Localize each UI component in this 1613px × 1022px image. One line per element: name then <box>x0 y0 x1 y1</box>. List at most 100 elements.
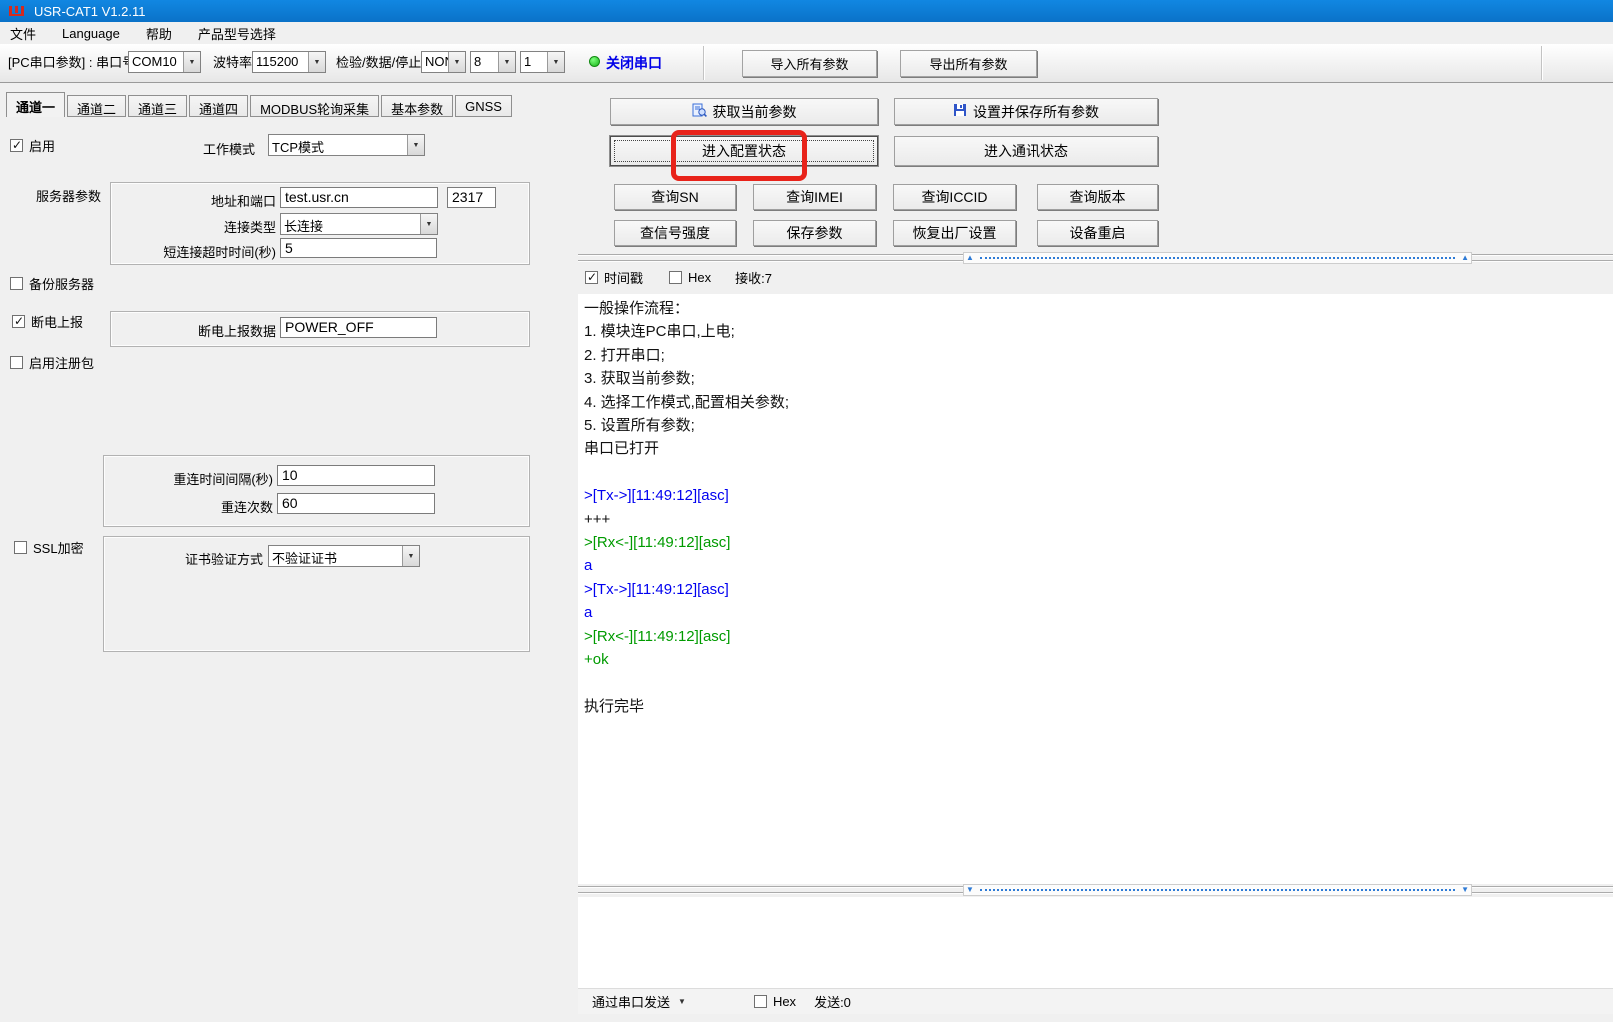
serial-toolbar: [PC串口参数] : 串口号 COM10 ▼ 波特率 115200 ▼ 检验/数… <box>0 44 1613 83</box>
get-params-button[interactable]: 获取当前参数 <box>610 98 878 125</box>
check-data-stop-label: 检验/数据/停止 <box>336 52 421 71</box>
tab[interactable]: 通道四 <box>189 95 248 117</box>
toolbar-separator <box>1541 46 1542 80</box>
set-save-params-button[interactable]: 设置并保存所有参数 <box>894 98 1158 125</box>
backup-server-label: 备份服务器 <box>29 274 94 293</box>
menu-item[interactable]: 产品型号选择 <box>198 24 276 43</box>
hex-send-row[interactable]: Hex <box>754 994 796 1009</box>
send-splitter[interactable]: ▼ ▼ <box>578 884 1613 897</box>
parity-select[interactable]: NONI ▼ <box>421 51 466 73</box>
device-reboot-button[interactable]: 设备重启 <box>1037 220 1158 246</box>
save-params-button[interactable]: 保存参数 <box>753 220 876 246</box>
export-params-button[interactable]: 导出所有参数 <box>900 50 1037 77</box>
pc-serial-label: [PC串口参数] : 串口号 <box>8 52 135 71</box>
close-port-button[interactable]: 关闭串口 <box>606 53 662 73</box>
log-line: >[Rx<-][11:49:12][asc] <box>584 531 1607 554</box>
log-output[interactable]: 一般操作流程：1. 模块连PC串口,上电;2. 打开串口;3. 获取当前参数;4… <box>578 294 1613 884</box>
hex-recv-checkbox[interactable] <box>669 271 682 284</box>
log-line: 执行完毕 <box>584 695 1607 718</box>
reconnect-count-input[interactable]: 60 <box>277 493 435 514</box>
chevron-down-icon[interactable]: ▼ <box>547 52 564 72</box>
collapse-down-icon[interactable]: ▼ <box>964 885 976 895</box>
backup-server-checkbox[interactable] <box>10 277 23 290</box>
recv-count: 接收:7 <box>735 268 772 287</box>
enter-comm-button[interactable]: 进入通讯状态 <box>894 136 1158 166</box>
reg-packet-checkbox[interactable] <box>10 356 23 369</box>
cert-verify-select[interactable]: 不验证证书 ▼ <box>268 545 420 567</box>
ssl-label: SSL加密 <box>33 538 84 557</box>
log-splitter[interactable]: ▲ ▲ <box>578 252 1613 265</box>
tab[interactable]: 通道二 <box>67 95 126 117</box>
power-report-checkbox[interactable] <box>12 315 25 328</box>
sent-count: 发送:0 <box>814 992 851 1011</box>
query-iccid-button[interactable]: 查询ICCID <box>893 184 1016 210</box>
tab[interactable]: 通道三 <box>128 95 187 117</box>
log-line: 一般操作流程： <box>584 297 1607 320</box>
ssl-checkbox[interactable] <box>14 541 27 554</box>
chevron-down-icon: ▼ <box>678 997 686 1006</box>
timestamp-row[interactable]: 时间戳 <box>585 268 643 287</box>
enable-checkbox-row[interactable]: 启用 <box>10 136 55 155</box>
reconnect-interval-label: 重连时间间隔(秒) <box>110 469 273 488</box>
power-data-label: 断电上报数据 <box>146 321 276 340</box>
address-input[interactable]: test.usr.cn <box>280 187 438 208</box>
query-imei-button[interactable]: 查询IMEI <box>753 184 876 210</box>
enter-config-button[interactable]: 进入配置状态 <box>610 136 878 166</box>
power-report-label: 断电上报 <box>31 312 83 331</box>
short-timeout-input[interactable]: 5 <box>280 238 437 258</box>
databits-select[interactable]: 8 ▼ <box>470 51 516 73</box>
menu-bar: 文件 Language 帮助 产品型号选择 <box>0 22 1613 44</box>
chevron-down-icon[interactable]: ▼ <box>308 52 325 72</box>
power-report-row[interactable]: 断电上报 <box>12 312 83 331</box>
timestamp-checkbox[interactable] <box>585 271 598 284</box>
collapse-up-icon[interactable]: ▲ <box>1459 253 1471 263</box>
splitter-handle[interactable]: ▲ ▲ <box>963 252 1472 264</box>
collapse-down-icon[interactable]: ▼ <box>1459 885 1471 895</box>
chevron-down-icon[interactable]: ▼ <box>407 135 424 155</box>
send-input-area[interactable] <box>578 897 1613 988</box>
log-line: 4. 选择工作模式,配置相关参数; <box>584 391 1607 414</box>
hex-recv-row[interactable]: Hex <box>669 270 711 285</box>
tab[interactable]: 基本参数 <box>381 95 453 117</box>
factory-reset-button[interactable]: 恢复出厂设置 <box>893 220 1016 246</box>
chevron-down-icon[interactable]: ▼ <box>498 52 515 72</box>
splitter-dots <box>980 889 1455 891</box>
com-port-select[interactable]: COM10 ▼ <box>128 51 201 73</box>
conn-type-select[interactable]: 长连接 ▼ <box>280 213 438 235</box>
toolbar-separator <box>703 46 704 80</box>
short-timeout-label: 短连接超时时间(秒) <box>116 242 276 261</box>
query-version-button[interactable]: 查询版本 <box>1037 184 1158 210</box>
floppy-save-icon <box>953 103 967 120</box>
tab[interactable]: GNSS <box>455 95 512 117</box>
tab[interactable]: 通道一 <box>6 92 65 117</box>
app-window: USR-CAT1 V1.2.11 文件Language帮助产品型号选择 [PC串… <box>0 0 1613 1022</box>
chevron-down-icon[interactable]: ▼ <box>448 52 465 72</box>
reg-packet-row[interactable]: 启用注册包 <box>10 353 94 372</box>
log-line: a <box>584 601 1607 624</box>
menu-item[interactable]: 文件 <box>10 24 36 43</box>
stopbits-select[interactable]: 1 ▼ <box>520 51 565 73</box>
menu-item[interactable]: 帮助 <box>146 24 172 43</box>
collapse-up-icon[interactable]: ▲ <box>964 253 976 263</box>
enable-checkbox[interactable] <box>10 139 23 152</box>
query-sn-button[interactable]: 查询SN <box>614 184 736 210</box>
chevron-down-icon[interactable]: ▼ <box>402 546 419 566</box>
import-params-button[interactable]: 导入所有参数 <box>742 50 877 77</box>
backup-server-row[interactable]: 备份服务器 <box>10 274 94 293</box>
baud-select[interactable]: 115200 ▼ <box>252 51 326 73</box>
power-data-input[interactable]: POWER_OFF <box>280 317 437 338</box>
chevron-down-icon[interactable]: ▼ <box>420 214 437 234</box>
splitter-handle[interactable]: ▼ ▼ <box>963 884 1472 896</box>
send-via-serial-button[interactable]: 通过串口发送 ▼ <box>586 992 692 1011</box>
port-input[interactable]: 2317 <box>447 187 496 208</box>
chevron-down-icon[interactable]: ▼ <box>183 52 200 72</box>
query-signal-button[interactable]: 查信号强度 <box>614 220 736 246</box>
work-mode-select[interactable]: TCP模式 ▼ <box>268 134 425 156</box>
log-line: 1. 模块连PC串口,上电; <box>584 320 1607 343</box>
ssl-row[interactable]: SSL加密 <box>14 538 84 557</box>
tab[interactable]: MODBUS轮询采集 <box>250 95 379 117</box>
reconnect-interval-input[interactable]: 10 <box>277 465 435 486</box>
hex-send-checkbox[interactable] <box>754 995 767 1008</box>
cert-verify-label: 证书验证方式 <box>120 549 263 568</box>
menu-item[interactable]: Language <box>62 26 120 41</box>
